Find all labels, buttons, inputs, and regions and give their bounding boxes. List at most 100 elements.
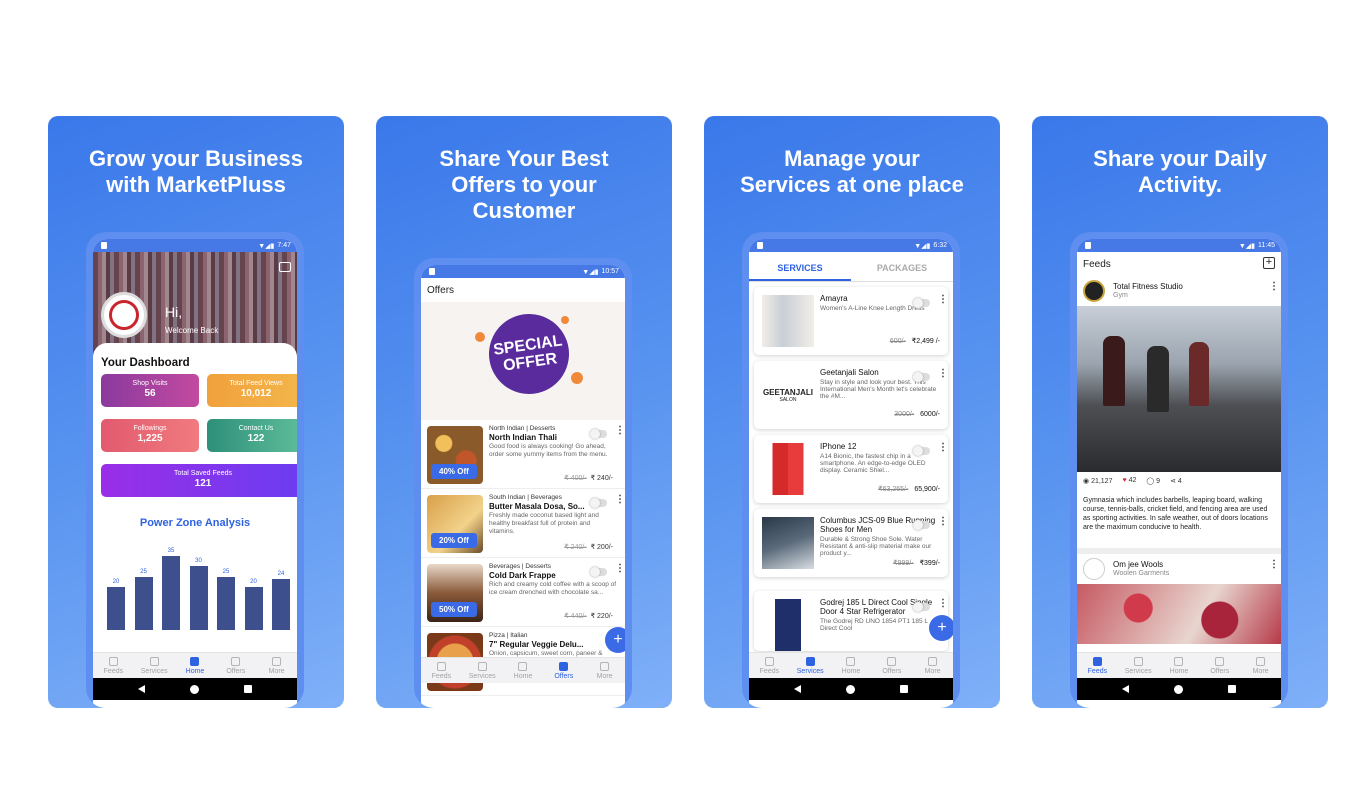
nav-services[interactable]: Services (134, 653, 175, 678)
services-icon (805, 656, 815, 666)
nav-more[interactable]: More (256, 653, 297, 678)
more-options-icon[interactable]: ⋮ (615, 495, 625, 505)
nav-feeds[interactable]: Feeds (749, 653, 790, 678)
recents-icon[interactable] (1228, 685, 1236, 693)
availability-toggle[interactable] (590, 498, 607, 508)
post-author[interactable]: Total Fitness Studio (1113, 282, 1183, 291)
back-icon[interactable] (794, 685, 801, 693)
more-options-icon[interactable]: ⋮ (938, 443, 948, 453)
nav-offers[interactable]: Offers (871, 653, 912, 678)
more-options-icon[interactable]: ⋮ (938, 517, 948, 527)
status-bar: ▼◢▮ 6:32 (749, 239, 953, 252)
nav-offers[interactable]: Offers (543, 658, 584, 683)
more-options-icon[interactable]: ⋮ (1269, 560, 1279, 570)
service-item[interactable]: Columbus JCS-09 Blue Running Shoes for M… (754, 509, 948, 577)
back-icon[interactable] (1122, 685, 1129, 693)
status-bar: ▼◢▮ 10:57 (421, 265, 625, 278)
more-options-icon[interactable]: ⋮ (615, 426, 625, 436)
avatar[interactable] (1083, 558, 1105, 580)
nav-more[interactable]: More (584, 658, 625, 683)
phone-mockup: ▼◢▮ 7:47 Hi, Welcome Back Your Dashboard S… (86, 232, 304, 708)
recents-icon[interactable] (900, 685, 908, 693)
add-service-button[interactable]: + (929, 615, 953, 641)
chart-bar (134, 576, 153, 630)
offers-icon (231, 656, 241, 666)
service-image (762, 517, 814, 569)
card-title: Manage your Services at one place (740, 146, 964, 197)
nav-services[interactable]: Services (462, 658, 503, 683)
add-post-icon[interactable]: + (1263, 257, 1275, 269)
nav-more[interactable]: More (912, 653, 953, 678)
contact-us-tile[interactable]: Contact Us 122 (207, 419, 297, 452)
service-item[interactable]: GEETANJALI SALON Geetanjali Salon Stay in … (754, 361, 948, 429)
availability-toggle[interactable] (913, 520, 930, 530)
services-icon (149, 656, 159, 666)
offer-item[interactable]: 20% Off South Indian | Beverages Butter M… (421, 489, 625, 558)
home-icon (846, 656, 856, 666)
more-options-icon[interactable]: ⋮ (938, 295, 948, 305)
offer-item[interactable]: 40% Off North Indian | Desserts North Ind… (421, 420, 625, 489)
nav-services[interactable]: Services (1118, 653, 1159, 678)
availability-toggle[interactable] (913, 372, 930, 382)
availability-toggle[interactable] (913, 446, 930, 456)
promo-card-feeds: Share your Daily Activity. ▼◢▮ 11:45 Feed… (1032, 116, 1328, 708)
business-logo[interactable] (101, 292, 147, 338)
phone-screen: ▼◢▮ 7:47 Hi, Welcome Back Your Dashboard S… (93, 239, 297, 708)
offer-item[interactable]: 50% Off Beverages | Desserts Cold Dark Fr… (421, 558, 625, 627)
post-category: Woolen Garments (1113, 570, 1170, 577)
availability-toggle[interactable] (913, 298, 930, 308)
availability-toggle[interactable] (913, 602, 930, 612)
post-author[interactable]: Om jee Wools (1113, 560, 1163, 569)
phone-screen: ▼◢▮ 11:45 Feeds + Total Fitness Studio Gym… (1077, 239, 1281, 708)
nav-offers[interactable]: Offers (215, 653, 256, 678)
service-item[interactable]: Godrej 185 L Direct Cool Single Door 4 S… (754, 591, 948, 651)
total-feed-views-tile[interactable]: Total Feed Views 10,012 (207, 374, 297, 407)
home-circle-icon[interactable] (846, 684, 855, 694)
nav-feeds[interactable]: Feeds (421, 658, 462, 683)
page-title: Offers (427, 285, 455, 296)
post-category: Gym (1113, 292, 1128, 299)
avatar[interactable] (1083, 280, 1105, 302)
home-circle-icon[interactable] (1174, 684, 1183, 694)
tab-packages[interactable]: PACKAGES (851, 252, 953, 281)
more-icon (928, 656, 938, 666)
nav-home[interactable]: Home (503, 658, 544, 683)
service-item[interactable]: IPhone 12 A14 Bionic, the fastest chip in… (754, 435, 948, 503)
service-tabs: SERVICES PACKAGES (749, 252, 953, 282)
chart-bar (244, 587, 263, 630)
shop-visits-tile[interactable]: Shop Visits 56 (101, 374, 199, 407)
shares-count[interactable]: ⋖ 4 (1170, 477, 1182, 488)
offers-icon (559, 661, 569, 671)
nav-feeds[interactable]: Feeds (93, 653, 134, 678)
more-icon (1256, 656, 1266, 666)
more-options-icon[interactable]: ⋮ (938, 599, 948, 609)
more-options-icon[interactable]: ⋮ (1269, 282, 1279, 292)
nav-services[interactable]: Services (790, 653, 831, 678)
more-options-icon[interactable]: ⋮ (938, 369, 948, 379)
back-icon[interactable] (138, 685, 145, 693)
system-nav-bar (749, 678, 953, 700)
nav-home[interactable]: Home (175, 653, 216, 678)
nav-more[interactable]: More (1240, 653, 1281, 678)
followings-tile[interactable]: Followings 1,225 (101, 419, 199, 452)
home-circle-icon[interactable] (190, 684, 199, 694)
likes-count[interactable]: ♥ 42 (1122, 477, 1136, 488)
nav-offers[interactable]: Offers (1199, 653, 1240, 678)
more-options-icon[interactable]: ⋮ (615, 564, 625, 574)
nav-home[interactable]: Home (831, 653, 872, 678)
more-icon (600, 661, 610, 671)
nav-feeds[interactable]: Feeds (1077, 653, 1118, 678)
add-offer-button[interactable]: + (605, 627, 625, 653)
recents-icon[interactable] (244, 685, 252, 693)
feeds-icon (108, 656, 118, 666)
tab-services[interactable]: SERVICES (749, 252, 851, 281)
availability-toggle[interactable] (590, 567, 607, 577)
camera-icon[interactable] (279, 262, 291, 272)
service-item[interactable]: Amayra Women's A-Line Knee Length Dress 60… (754, 287, 948, 355)
discount-badge: 50% Off (431, 602, 477, 617)
bottom-nav: Feeds Services Home Offers More (749, 652, 953, 678)
total-saved-feeds-tile[interactable]: Total Saved Feeds 121 (101, 464, 297, 497)
comments-count[interactable]: ◯ 9 (1146, 477, 1160, 488)
nav-home[interactable]: Home (1159, 653, 1200, 678)
availability-toggle[interactable] (590, 429, 607, 439)
